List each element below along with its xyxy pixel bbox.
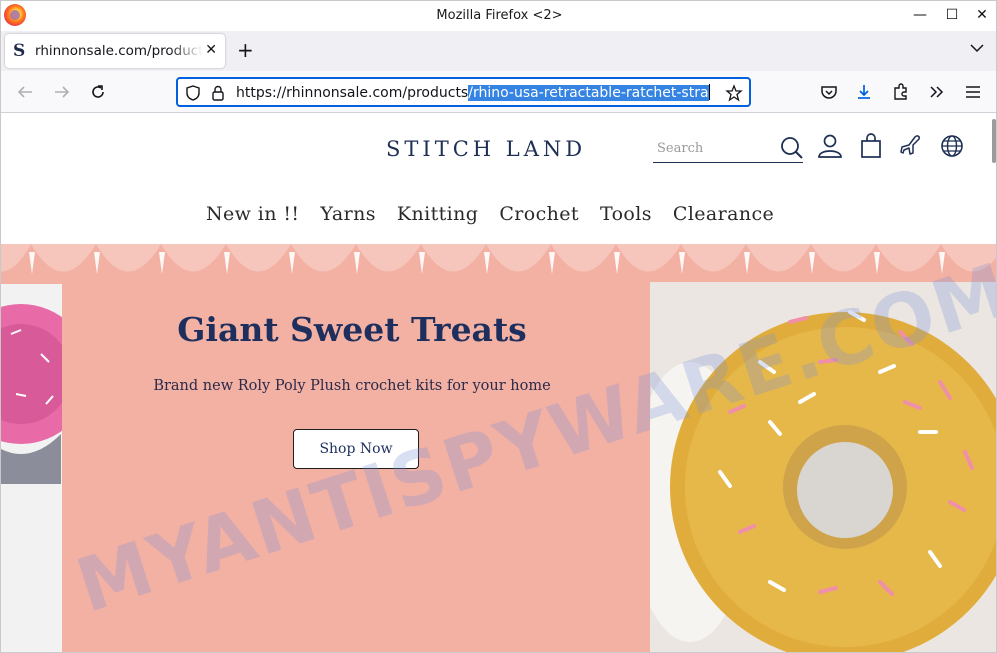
- tab-bar: S rhinnonsale.com/products/rhino-usa-ret…: [1, 31, 996, 71]
- url-prefix: https://rhinnonsale.com/products: [236, 85, 469, 101]
- text-caret: [708, 84, 710, 100]
- list-all-tabs-icon[interactable]: [970, 41, 984, 55]
- browser-tab[interactable]: S rhinnonsale.com/products/rhino-usa-ret…: [5, 34, 225, 68]
- site-search: [653, 135, 803, 163]
- downloads-icon[interactable]: [854, 82, 874, 102]
- url-selection: /rhino-usa-retractable-ratchet-stra: [468, 85, 709, 101]
- web-page: STITCH LAND New in !! Yarns Kn: [1, 113, 996, 652]
- hero-banner: Giant Sweet Treats Brand new Roly Poly P…: [1, 244, 996, 652]
- hamburger-menu-icon[interactable]: [963, 82, 983, 102]
- hero-image-left: [1, 284, 71, 652]
- forward-icon[interactable]: [52, 82, 72, 102]
- browser-window: Mozilla Firefox <2> — ☐ ✕ S rhinnonsale.…: [0, 0, 997, 653]
- search-icon[interactable]: [779, 135, 805, 161]
- nav-item-yarns[interactable]: Yarns: [320, 203, 375, 225]
- globe-icon[interactable]: [939, 133, 965, 159]
- pocket-icon[interactable]: [819, 82, 839, 102]
- tab-close-icon[interactable]: ✕: [205, 42, 217, 58]
- nav-item-tools[interactable]: Tools: [600, 203, 652, 225]
- nav-item-new-in[interactable]: New in !!: [206, 203, 299, 225]
- airplane-shipping-icon[interactable]: [898, 133, 924, 159]
- nav-item-clearance[interactable]: Clearance: [673, 203, 774, 225]
- hero-title: Giant Sweet Treats: [177, 310, 527, 349]
- minimize-button[interactable]: —: [908, 5, 932, 25]
- extensions-icon[interactable]: [891, 82, 911, 102]
- url-bar[interactable]: https://rhinnonsale.com/products/rhino-u…: [176, 77, 751, 107]
- hero-subtitle: Brand new Roly Poly Plush crochet kits f…: [153, 378, 551, 394]
- shop-now-button[interactable]: Shop Now: [293, 429, 419, 469]
- main-navigation: New in !! Yarns Knitting Crochet Tools C…: [206, 203, 774, 225]
- shopping-bag-icon[interactable]: [858, 133, 884, 159]
- search-input[interactable]: [657, 141, 775, 156]
- title-bar: Mozilla Firefox <2> — ☐ ✕: [1, 1, 996, 31]
- hero-image-donut: [650, 282, 996, 652]
- site-favicon-icon: S: [13, 41, 26, 61]
- tab-title: rhinnonsale.com/products/rhino-usa-retra…: [35, 43, 203, 59]
- url-text[interactable]: https://rhinnonsale.com/products/rhino-u…: [236, 84, 710, 101]
- bookmark-star-icon[interactable]: [725, 84, 743, 102]
- new-tab-button[interactable]: +: [237, 39, 254, 61]
- site-logo[interactable]: STITCH LAND: [386, 137, 586, 161]
- page-scrollbar[interactable]: [992, 119, 996, 163]
- nav-item-crochet[interactable]: Crochet: [499, 203, 579, 225]
- navigation-toolbar: https://rhinnonsale.com/products/rhino-u…: [1, 71, 996, 113]
- maximize-button[interactable]: ☐: [940, 5, 964, 25]
- shield-icon[interactable]: [184, 84, 202, 102]
- overflow-chevrons-icon[interactable]: [927, 82, 947, 102]
- back-icon[interactable]: [15, 82, 35, 102]
- account-icon[interactable]: [817, 133, 843, 159]
- hero-text-panel: Giant Sweet Treats Brand new Roly Poly P…: [62, 280, 650, 652]
- nav-item-knitting[interactable]: Knitting: [397, 203, 478, 225]
- close-window-button[interactable]: ✕: [970, 5, 994, 25]
- window-title: Mozilla Firefox <2>: [436, 8, 563, 23]
- lock-icon[interactable]: [210, 84, 226, 102]
- reload-icon[interactable]: [88, 82, 108, 102]
